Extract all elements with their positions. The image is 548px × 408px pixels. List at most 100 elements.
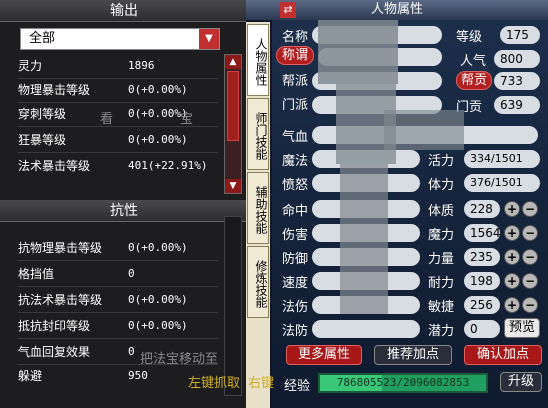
attribute-detail-panel: 输出 全部 ▼ 灵力 1896 物理暴击等级 0(+0.00%) 穿刺等级 0(… xyxy=(0,0,248,408)
level-value: 175 xyxy=(500,26,540,44)
divider xyxy=(18,338,218,339)
name-label: 名称 xyxy=(282,30,309,45)
divider xyxy=(18,260,218,261)
scroll-up-icon[interactable]: ▲ xyxy=(225,55,241,69)
stat-row: 抵抗封印等级 0(+0.00%) xyxy=(18,316,218,336)
confirm-points-button[interactable]: 确认加点 xyxy=(464,345,542,365)
exp-value: 786805523/2096082853 xyxy=(336,376,470,389)
stat-label: 穿刺等级 xyxy=(18,107,67,121)
chevron-down-icon[interactable]: ▼ xyxy=(199,29,219,49)
stat-row: 狂暴等级 0(+0.00%) xyxy=(18,130,218,150)
exp-label: 经验 xyxy=(284,379,311,394)
drag-hint-text: 把法宝移动至 xyxy=(140,352,219,367)
tab-assist-skills[interactable]: 辅助技能 xyxy=(247,172,269,244)
stat-label: 法术暴击等级 xyxy=(18,159,91,173)
potential-value: 0 xyxy=(464,320,500,338)
constitution-minus-icon[interactable]: − xyxy=(522,201,538,217)
endurance-label: 耐力 xyxy=(428,276,455,291)
stat-label: 物理暴击等级 xyxy=(18,83,91,97)
anger-label: 愤怒 xyxy=(282,178,309,193)
stamina-value: 376/1501 xyxy=(464,174,540,192)
agility-minus-icon[interactable]: − xyxy=(522,297,538,313)
damage-label: 伤害 xyxy=(282,228,309,243)
vitality-value: 334/1501 xyxy=(464,150,540,168)
privacy-blur xyxy=(384,110,464,150)
stamina-label: 体力 xyxy=(428,178,455,193)
endurance-plus-icon[interactable]: + xyxy=(504,273,520,289)
strength-label: 力量 xyxy=(428,252,455,267)
more-attributes-button[interactable]: 更多属性 xyxy=(286,345,362,365)
magic-plus-icon[interactable]: + xyxy=(504,225,520,241)
popularity-value: 800 xyxy=(494,50,540,68)
constitution-plus-icon[interactable]: + xyxy=(504,201,520,217)
stat-label: 抗法术暴击等级 xyxy=(18,293,103,307)
behind-tab-text: 宝 xyxy=(180,112,194,127)
stat-value: 0(+0.00%) xyxy=(128,293,188,306)
preview-button[interactable]: 预览 xyxy=(504,318,540,338)
resist-scrollbar[interactable] xyxy=(224,216,242,396)
left-click-hint: 左键抓取 xyxy=(188,376,241,391)
agility-value: 256 xyxy=(464,296,500,314)
spell-defense-field xyxy=(312,320,420,338)
resist-header: 抗性 xyxy=(0,200,248,222)
privacy-blur xyxy=(318,20,398,84)
tab-sect-skills[interactable]: 师门技能 xyxy=(247,98,269,170)
constitution-label: 体质 xyxy=(428,204,455,219)
recommend-points-button[interactable]: 推荐加点 xyxy=(374,345,452,365)
mp-label: 魔法 xyxy=(282,154,309,169)
spell-damage-label: 法伤 xyxy=(282,300,309,315)
stat-value: 0(+0.00%) xyxy=(128,319,188,332)
popularity-label: 人气 xyxy=(460,54,487,69)
stat-row: 抗法术暴击等级 0(+0.00%) xyxy=(18,290,218,310)
stat-value: 0 xyxy=(128,345,135,358)
title-button[interactable]: 称谓 xyxy=(276,46,314,65)
scroll-thumb[interactable] xyxy=(227,71,239,141)
exp-bar: 786805523/2096082853 xyxy=(318,373,488,393)
stat-label: 气血回复效果 xyxy=(18,345,91,359)
magic-label: 魔力 xyxy=(428,228,455,243)
right-click-hint: 右键 xyxy=(248,376,275,391)
stat-row: 灵力 1896 xyxy=(18,56,218,76)
upgrade-button[interactable]: 升级 xyxy=(500,372,542,392)
sect-contribution-value: 639 xyxy=(494,96,540,114)
magic-minus-icon[interactable]: − xyxy=(522,225,538,241)
hit-label: 命中 xyxy=(282,204,309,219)
tab-cultivation-skills[interactable]: 修炼技能 xyxy=(247,246,269,318)
strength-minus-icon[interactable]: − xyxy=(522,249,538,265)
contribution-value: 733 xyxy=(494,72,540,90)
return-icon[interactable]: ⇄ xyxy=(280,2,296,18)
stat-row: 法术暴击等级 401(+22.91%) xyxy=(18,156,218,176)
stat-label: 抗物理暴击等级 xyxy=(18,241,103,255)
scroll-down-icon[interactable]: ▼ xyxy=(225,179,241,193)
magic-value: 1564 xyxy=(464,224,501,242)
privacy-blur xyxy=(340,164,388,314)
category-dropdown-value: 全部 xyxy=(29,31,56,46)
agility-label: 敏捷 xyxy=(428,300,455,315)
output-scrollbar[interactable]: ▲ ▼ xyxy=(224,54,242,194)
endurance-value: 198 xyxy=(464,272,500,290)
potential-label: 潜力 xyxy=(428,324,455,339)
stat-value: 0(+0.00%) xyxy=(128,83,188,96)
category-dropdown[interactable]: 全部 ▼ xyxy=(20,28,220,50)
divider xyxy=(18,152,218,153)
stat-label: 灵力 xyxy=(18,59,43,73)
stat-row: 格挡值 0 xyxy=(18,264,218,284)
stat-value: 950 xyxy=(128,369,148,382)
stat-label: 格挡值 xyxy=(18,267,55,281)
stat-value: 0(+0.00%) xyxy=(128,133,188,146)
divider xyxy=(18,78,218,79)
sect-label: 门派 xyxy=(282,98,309,113)
stat-row: 抗物理暴击等级 0(+0.00%) xyxy=(18,238,218,258)
endurance-minus-icon[interactable]: − xyxy=(522,273,538,289)
contribution-button[interactable]: 帮贡 xyxy=(456,71,492,90)
constitution-value: 228 xyxy=(464,200,500,218)
output-header: 输出 xyxy=(0,0,248,22)
window-title-bar[interactable]: ⇄ 人物属性 xyxy=(246,0,548,20)
tab-character-attributes[interactable]: 人物属性 xyxy=(247,24,269,96)
divider xyxy=(18,286,218,287)
agility-plus-icon[interactable]: + xyxy=(504,297,520,313)
stat-label: 躲避 xyxy=(18,369,43,383)
strength-plus-icon[interactable]: + xyxy=(504,249,520,265)
speed-label: 速度 xyxy=(282,276,309,291)
stat-value: 401(+22.91%) xyxy=(128,159,208,172)
